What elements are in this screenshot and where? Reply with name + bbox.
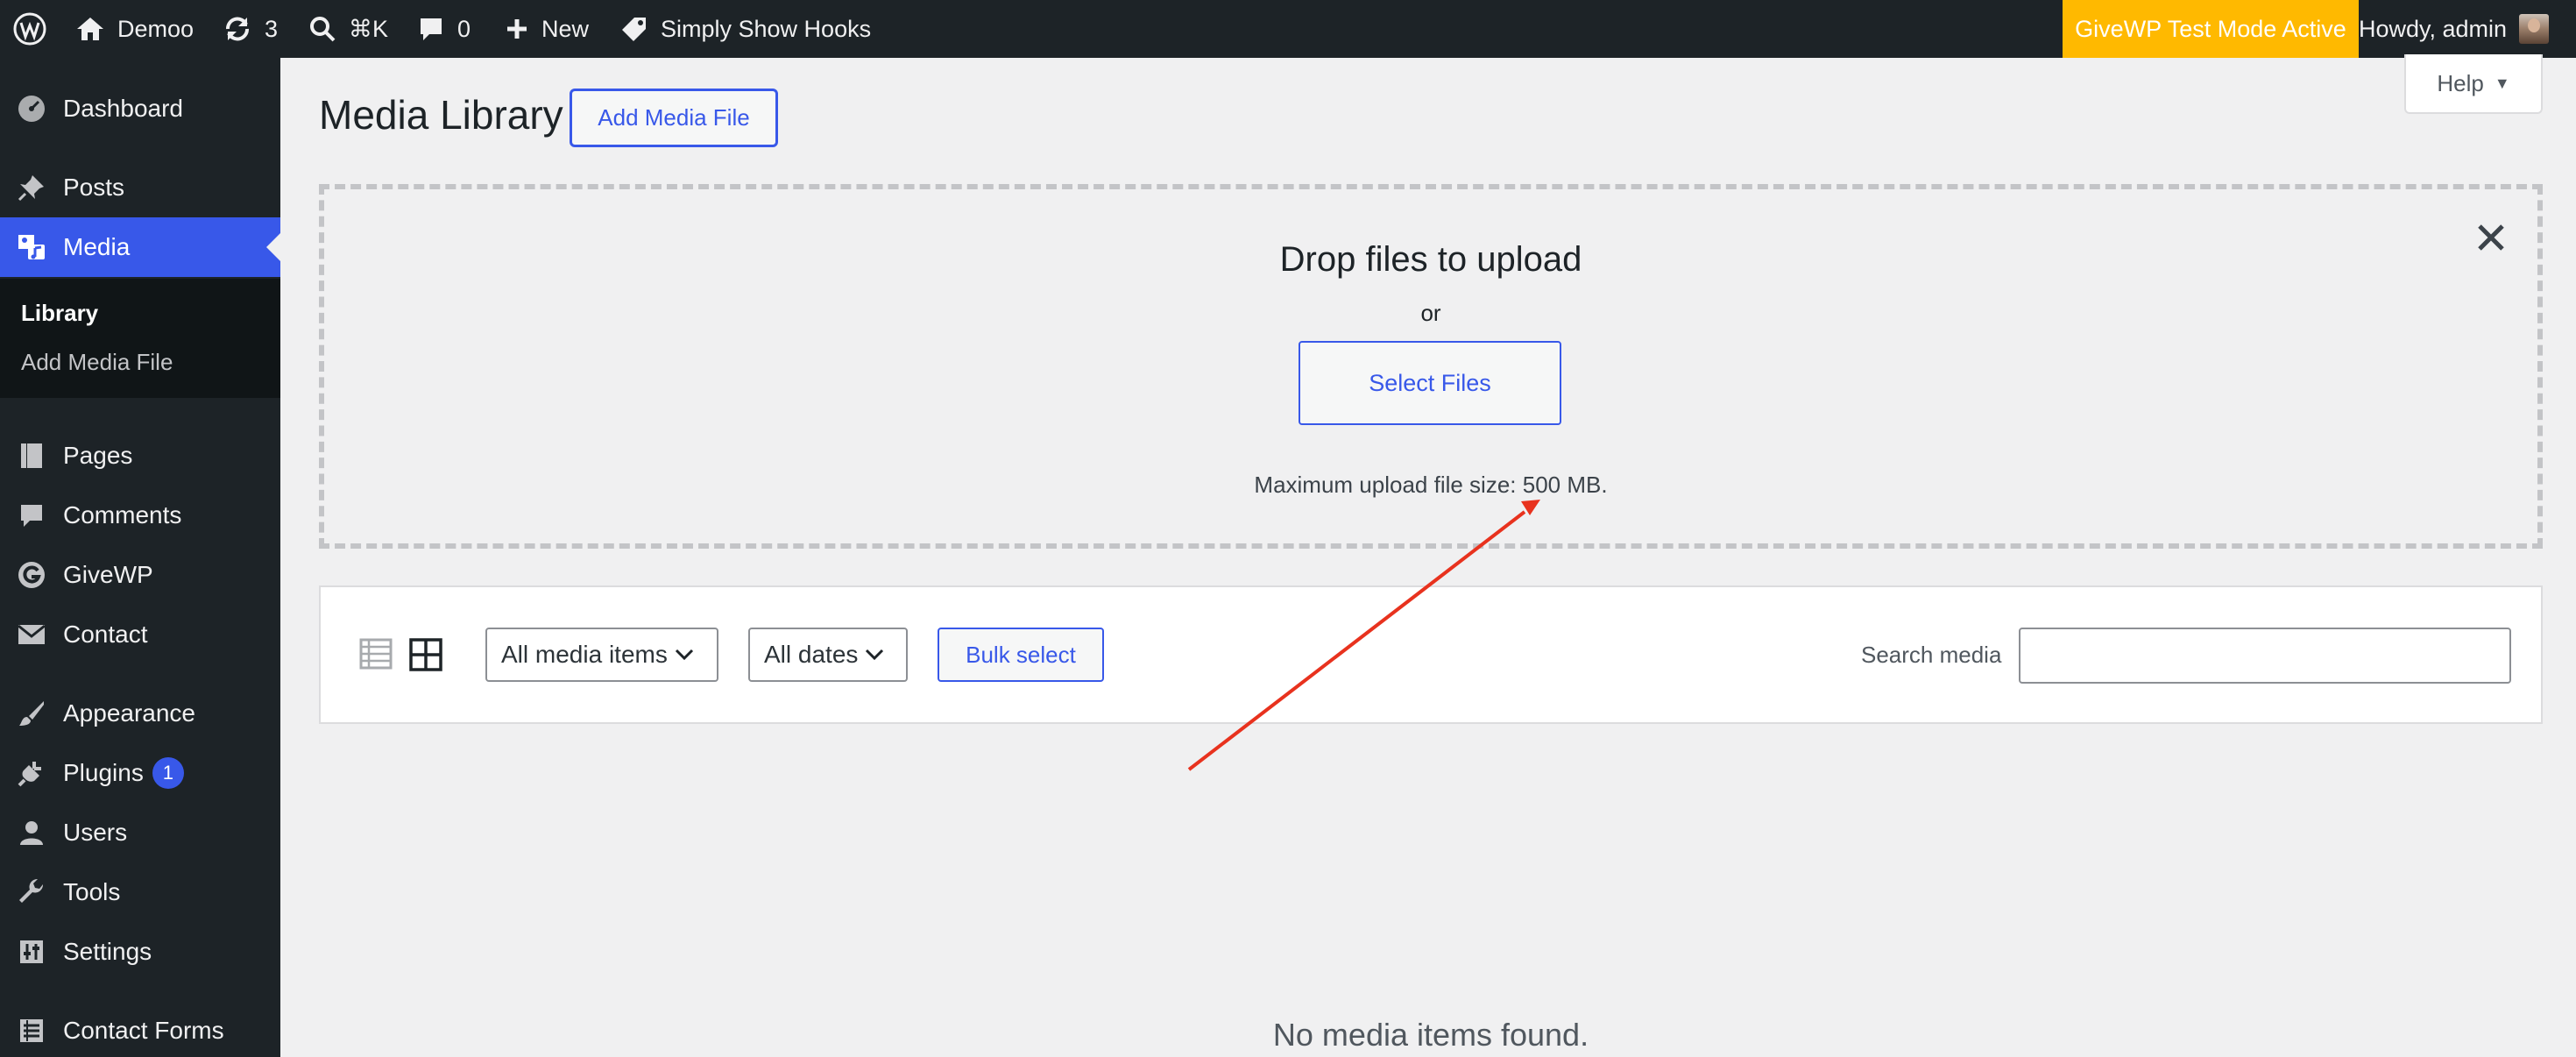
search-media-label: Search media [1861,642,2002,668]
givewp-icon [0,560,63,590]
help-tab-button[interactable]: Help ▼ [2404,54,2543,114]
sidebar-item-pages[interactable]: Pages [0,426,280,486]
sidebar-item-plugins[interactable]: Plugins 1 [0,743,280,803]
chevron-down-icon [866,649,884,661]
simply-show-hooks-label: Simply Show Hooks [661,15,872,42]
brush-icon [0,699,63,728]
sidebar-item-users[interactable]: Users [0,803,280,862]
sidebar-item-media[interactable]: Media [0,217,280,277]
sidebar-item-comments[interactable]: Comments [0,486,280,545]
new-label: New [541,15,590,42]
sliders-icon [0,938,63,966]
media-icon [0,232,63,262]
sidebar-item-label: Settings [63,938,152,965]
page-title: Media Library [319,92,563,138]
sidebar-item-label: Plugins [63,759,144,786]
sidebar-item-label: Posts [63,174,125,201]
envelope-icon [0,622,63,647]
site-name: Demoo [117,15,195,42]
admin-sidebar: Dashboard Posts Media Library Add Media … [0,58,280,1057]
account-menu[interactable]: Howdy, admin [2359,0,2550,58]
max-upload-size-text: Maximum upload file size: 500 MB. [1254,472,1608,498]
dashboard-icon [0,94,63,124]
add-media-file-button[interactable]: Add Media File [570,89,778,147]
date-filter[interactable]: All dates [748,628,908,682]
sidebar-item-dashboard[interactable]: Dashboard [0,79,280,138]
sidebar-item-appearance[interactable]: Appearance [0,684,280,743]
site-name-link[interactable]: Demoo [75,0,194,58]
plugins-update-badge: 1 [152,757,184,789]
howdy-label: Howdy, admin [2359,15,2508,42]
search-media-input[interactable] [2019,628,2511,684]
comment-icon [417,15,445,43]
media-type-filter[interactable]: All media items [485,628,718,682]
sidebar-item-label: Comments [63,501,182,528]
sidebar-item-posts[interactable]: Posts [0,158,280,217]
plus-icon [505,17,529,41]
search-icon [308,15,336,43]
forms-icon [0,1017,63,1045]
tag-icon [620,15,648,43]
plug-icon [0,758,63,788]
caret-down-icon: ▼ [2494,74,2510,92]
sidebar-item-label: Dashboard [63,95,183,122]
command-palette-link[interactable]: ⌘K [308,0,388,58]
givewp-test-mode-notice[interactable]: GiveWP Test Mode Active [2063,0,2359,58]
help-label: Help [2437,69,2484,96]
list-view-icon[interactable] [359,637,393,670]
search-shortcut: ⌘K [349,15,389,42]
no-media-message: No media items found. [1272,1017,1589,1053]
home-icon [75,15,105,43]
chevron-down-icon [675,649,693,661]
submenu-item-library[interactable]: Library [21,300,98,327]
pin-icon [0,173,63,202]
updates-icon [223,14,252,44]
media-submenu: Library Add Media File [0,279,280,398]
sidebar-item-label: GiveWP [63,561,153,588]
sidebar-item-label: Contact [63,621,148,648]
select-files-button[interactable]: Select Files [1299,341,1561,425]
new-content-link[interactable]: New [505,0,589,58]
sidebar-item-label: Contact Forms [63,1017,224,1044]
sidebar-item-label: Appearance [63,699,196,727]
sidebar-item-contact[interactable]: Contact [0,605,280,664]
bulk-select-button[interactable]: Bulk select [938,628,1104,682]
avatar [2519,14,2550,44]
sidebar-item-givewp[interactable]: GiveWP [0,545,280,605]
submenu-item-add-media-file[interactable]: Add Media File [21,349,173,376]
sidebar-item-label: Pages [63,442,133,469]
sidebar-item-label: Users [63,819,128,846]
media-type-filter-value: All media items [501,641,668,668]
sidebar-item-contact-forms[interactable]: Contact Forms [0,1001,280,1057]
simply-show-hooks-link[interactable]: Simply Show Hooks [620,0,871,58]
wrench-icon [0,877,63,907]
comments-link[interactable]: 0 [417,0,471,58]
date-filter-value: All dates [764,641,859,668]
user-icon [0,819,63,847]
sidebar-item-label: Tools [63,878,121,905]
updates-link[interactable]: 3 [223,0,278,58]
wordpress-logo-icon[interactable] [12,0,47,58]
updates-count: 3 [265,15,279,42]
pages-icon [0,441,63,471]
sidebar-item-label: Media [63,233,131,260]
comments-icon [0,501,63,529]
grid-view-icon[interactable] [408,637,443,672]
drop-files-heading: Drop files to upload [1279,240,1582,279]
admin-bar: Demoo 3 ⌘K 0 New Simply Show Hooks GiveW… [0,0,2576,58]
sidebar-item-tools[interactable]: Tools [0,862,280,922]
comments-count: 0 [457,15,471,42]
or-label: or [1420,300,1441,326]
sidebar-item-settings[interactable]: Settings [0,922,280,982]
